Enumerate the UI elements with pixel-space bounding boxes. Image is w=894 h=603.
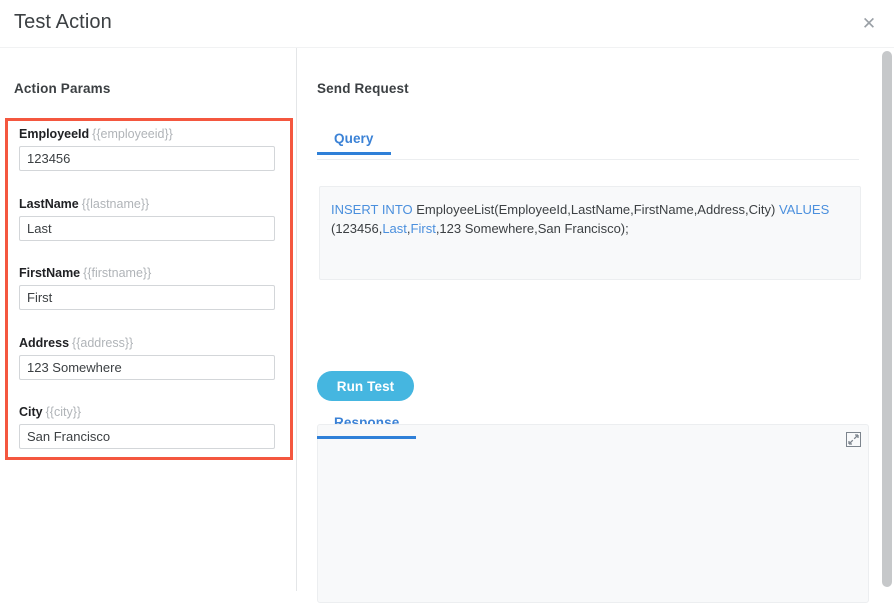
field-name-firstname: FirstName [19, 266, 80, 280]
field-token-employeeid: {{employeeid}} [92, 127, 173, 141]
tab-query[interactable]: Query [317, 121, 391, 155]
field-name-lastname: LastName [19, 197, 79, 211]
field-label-address: Address{{address}} [19, 335, 275, 351]
sql-keyword-values: VALUES [779, 202, 829, 217]
field-token-city: {{city}} [46, 405, 81, 419]
field-name-address: Address [19, 336, 69, 350]
action-params-heading: Action Params [14, 81, 110, 96]
field-label-lastname: LastName{{lastname}} [19, 196, 275, 212]
field-lastname: LastName{{lastname}} [19, 196, 275, 241]
sql-values-rest: ,123 Somewhere,San Francisco); [436, 221, 629, 236]
field-label-firstname: FirstName{{firstname}} [19, 265, 275, 281]
page-title: Test Action [14, 11, 112, 34]
sql-value-first: First [411, 221, 436, 236]
dialog-titlebar: Test Action ✕ [0, 0, 894, 48]
vertical-scrollbar[interactable] [880, 48, 894, 591]
input-city[interactable] [19, 424, 275, 449]
field-city: City{{city}} [19, 404, 275, 449]
input-address[interactable] [19, 355, 275, 380]
field-address: Address{{address}} [19, 335, 275, 380]
run-test-button[interactable]: Run Test [317, 371, 414, 401]
send-request-heading: Send Request [317, 81, 409, 96]
sql-values-open: (123456, [331, 221, 382, 236]
query-preview: INSERT INTO EmployeeList(EmployeeId,Last… [319, 186, 861, 280]
sql-table-columns: EmployeeList(EmployeeId,LastName,FirstNa… [413, 202, 779, 217]
field-label-employeeid: EmployeeId{{employeeid}} [19, 126, 275, 142]
field-token-address: {{address}} [72, 336, 133, 350]
field-label-city: City{{city}} [19, 404, 275, 420]
expand-icon[interactable] [846, 432, 861, 447]
scrollbar-thumb[interactable] [882, 51, 892, 587]
input-lastname[interactable] [19, 216, 275, 241]
response-output[interactable] [317, 424, 869, 603]
dialog-body: Action Params EmployeeId{{employeeid}} L… [0, 48, 894, 591]
field-firstname: FirstName{{firstname}} [19, 265, 275, 310]
action-params-panel: Action Params EmployeeId{{employeeid}} L… [0, 48, 296, 591]
close-icon[interactable]: ✕ [858, 13, 880, 35]
input-employeeid[interactable] [19, 146, 275, 171]
field-token-lastname: {{lastname}} [82, 197, 149, 211]
sql-value-last: Last [382, 221, 407, 236]
field-name-employeeid: EmployeeId [19, 127, 89, 141]
field-name-city: City [19, 405, 43, 419]
input-firstname[interactable] [19, 285, 275, 310]
query-tab-row: Query [317, 121, 859, 160]
field-token-firstname: {{firstname}} [83, 266, 151, 280]
sql-keyword-insert: INSERT INTO [331, 202, 413, 217]
field-employeeid: EmployeeId{{employeeid}} [19, 126, 275, 171]
